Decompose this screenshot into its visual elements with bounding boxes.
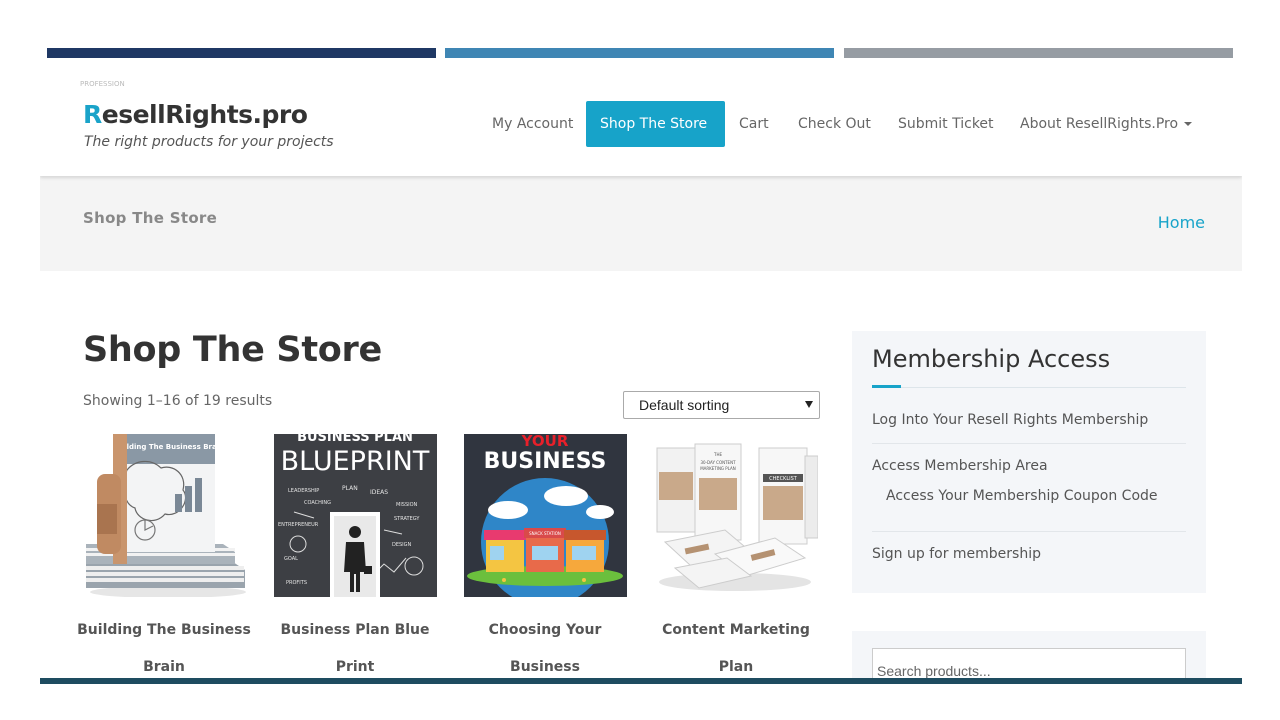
- product-title-line: Choosing Your: [488, 622, 602, 638]
- store-sign: SNACK STATION: [529, 531, 561, 536]
- site-tagline: The right products for your projects: [84, 134, 334, 150]
- storefront-illustration: YOUR BUSINESS SNACK STATION: [464, 434, 627, 597]
- widget-title: Membership Access: [872, 345, 1111, 373]
- breadcrumb-home-link[interactable]: Home: [1158, 213, 1205, 232]
- product-title-business-brain[interactable]: Building The Business Brain: [69, 612, 259, 680]
- login-membership-link[interactable]: Log Into Your Resell Rights Membership: [872, 412, 1148, 428]
- book-cover-title: Building The Business Brain: [114, 443, 224, 451]
- nav-about[interactable]: About ResellRights.Pro: [1006, 101, 1206, 147]
- product-image-business-plan-blueprint[interactable]: BUSINESS PLAN BLUEPRINT LEADERSHIP PLAN …: [274, 434, 437, 597]
- nav-about-label: About ResellRights.Pro: [1020, 116, 1179, 132]
- product-title-line: Building The Business: [77, 622, 251, 638]
- doodle-word: MISSION: [396, 502, 418, 508]
- nav-cart[interactable]: Cart: [725, 101, 783, 147]
- caret-down-icon: [1184, 122, 1193, 126]
- result-count: Showing 1–16 of 19 results: [83, 393, 273, 409]
- tiny-label: PROFESSION: [80, 80, 125, 88]
- doodle-word: COACHING: [304, 500, 331, 506]
- coupon-code-link[interactable]: Access Your Membership Coupon Code: [886, 488, 1158, 504]
- site-logo[interactable]: ResellRights.pro: [83, 100, 308, 129]
- nav-my-account[interactable]: My Account: [478, 101, 587, 147]
- page-title-bar: Shop The Store Home: [40, 176, 1242, 271]
- nav-check-out[interactable]: Check Out: [784, 101, 885, 147]
- dropdown-arrow-icon: [805, 401, 813, 408]
- sorting-select[interactable]: Default sorting: [623, 391, 820, 419]
- cover-line-text: 30-DAY CONTENT: [700, 460, 736, 465]
- search-products-input[interactable]: Search products...: [872, 648, 1186, 680]
- doodle-word: PLAN: [342, 485, 358, 492]
- doodle-word: PROFITS: [286, 580, 307, 586]
- blueprint-top-text: BUSINESS PLAN: [297, 434, 413, 445]
- doodle-word: ENTREPRENEUR: [278, 522, 319, 528]
- decor-bar-navy: [47, 48, 436, 58]
- website-screenshot: PROFESSION ResellRights.pro The right pr…: [40, 68, 1242, 680]
- decor-bar-gray: [844, 48, 1233, 58]
- product-image-content-marketing-plan[interactable]: THE 30-DAY CONTENT MARKETING PLAN CHECKL…: [655, 434, 818, 597]
- logo-name: esellRights.pro: [101, 100, 308, 129]
- logo-initial: R: [83, 100, 102, 129]
- widget-accent-underline: [872, 385, 901, 388]
- decor-bar-blue: [445, 48, 834, 58]
- product-title-line: Print: [335, 659, 375, 675]
- doodle-word: LEADERSHIP: [288, 488, 319, 494]
- product-title-line: Business Plan Blue: [280, 622, 430, 638]
- decor-bottom-bar: [40, 678, 1242, 684]
- membership-widget: Membership Access Log Into Your Resell R…: [852, 331, 1206, 593]
- product-title-line: Business: [510, 659, 580, 675]
- product-image-business-brain[interactable]: Building The Business Brain: [83, 434, 246, 597]
- access-membership-link[interactable]: Access Membership Area: [872, 458, 1048, 474]
- product-title-content-marketing-plan[interactable]: Content Marketing Plan: [641, 612, 831, 680]
- product-image-choosing-your-business[interactable]: YOUR BUSINESS SNACK STATION: [464, 434, 627, 597]
- product-search-widget: Search products...: [852, 631, 1206, 680]
- site-header: PROFESSION ResellRights.pro The right pr…: [40, 68, 1242, 176]
- nav-shop-the-store[interactable]: Shop The Store: [586, 101, 725, 147]
- sorting-value: Default sorting: [639, 397, 730, 413]
- nav-submit-ticket[interactable]: Submit Ticket: [884, 101, 1008, 147]
- business-big-text: BUSINESS: [484, 449, 607, 474]
- page-heading: Shop The Store: [83, 330, 382, 370]
- link-divider: [872, 443, 1186, 444]
- widget-divider: [872, 387, 1186, 388]
- product-title-line: Brain: [143, 659, 185, 675]
- cover-line2-text: MARKETING PLAN: [700, 466, 736, 471]
- book-stack-illustration: Building The Business Brain: [83, 434, 246, 597]
- signup-membership-link[interactable]: Sign up for membership: [872, 546, 1041, 562]
- checklist-bundle-illustration: THE 30-DAY CONTENT MARKETING PLAN CHECKL…: [655, 434, 818, 597]
- product-title-line: Plan: [718, 659, 754, 675]
- blueprint-illustration: BUSINESS PLAN BLUEPRINT LEADERSHIP PLAN …: [274, 434, 437, 597]
- link-divider: [872, 531, 1186, 532]
- product-title-choosing-your-business[interactable]: Choosing Your Business: [450, 612, 640, 680]
- doodle-word: STRATEGY: [394, 516, 420, 522]
- page-title-small: Shop The Store: [83, 209, 218, 227]
- doodle-word: GOAL: [284, 556, 298, 562]
- product-title-business-plan-blueprint[interactable]: Business Plan Blue Print: [260, 612, 450, 680]
- blueprint-big-text: BLUEPRINT: [281, 446, 430, 477]
- cover-tag-text: CHECKLIST: [769, 476, 798, 482]
- cover-small-text: THE: [713, 452, 722, 457]
- business-top-text: YOUR: [521, 434, 569, 450]
- doodle-word: DESIGN: [392, 542, 412, 548]
- doodle-word: IDEAS: [370, 489, 388, 496]
- product-title-line: Content Marketing: [662, 622, 810, 638]
